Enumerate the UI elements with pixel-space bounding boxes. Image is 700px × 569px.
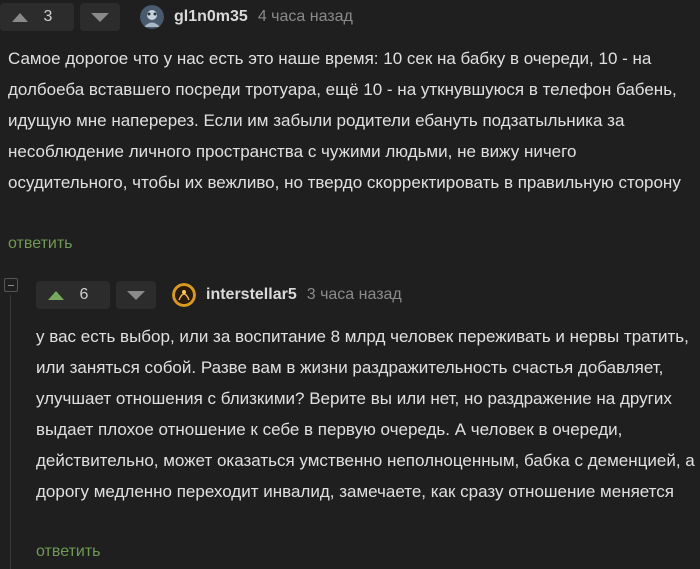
collapse-thread-button[interactable] [4,278,18,292]
avatar[interactable] [172,283,196,307]
comment-text: у вас есть выбор, или за воспитание 8 мл… [36,327,695,501]
comment-header: 3 gl1n0m35 4 часа назад [0,1,353,33]
downvote-button[interactable] [116,281,156,309]
upvote-icon[interactable] [12,12,28,22]
comment-text: Самое дорогое что у нас есть это наше вр… [8,49,681,192]
downvote-icon [91,12,109,22]
comment-header: 6 interstellar5 3 часа назад [36,279,402,311]
vote-count: 6 [79,286,89,303]
reply-link[interactable]: ответить [8,235,73,253]
upvote-icon[interactable] [48,290,64,300]
avatar[interactable] [140,5,164,29]
downvote-icon [127,290,145,300]
thread-line[interactable] [10,295,11,569]
downvote-button[interactable] [80,3,120,31]
vote-box: 3 [0,3,74,31]
reply-link[interactable]: ответить [36,543,101,561]
vote-box: 6 [36,281,110,309]
timestamp: 3 часа назад [306,286,402,303]
vote-count: 3 [43,8,53,25]
username[interactable]: gl1n0m35 [174,8,248,26]
username[interactable]: interstellar5 [206,286,297,304]
timestamp: 4 часа назад [257,8,353,25]
